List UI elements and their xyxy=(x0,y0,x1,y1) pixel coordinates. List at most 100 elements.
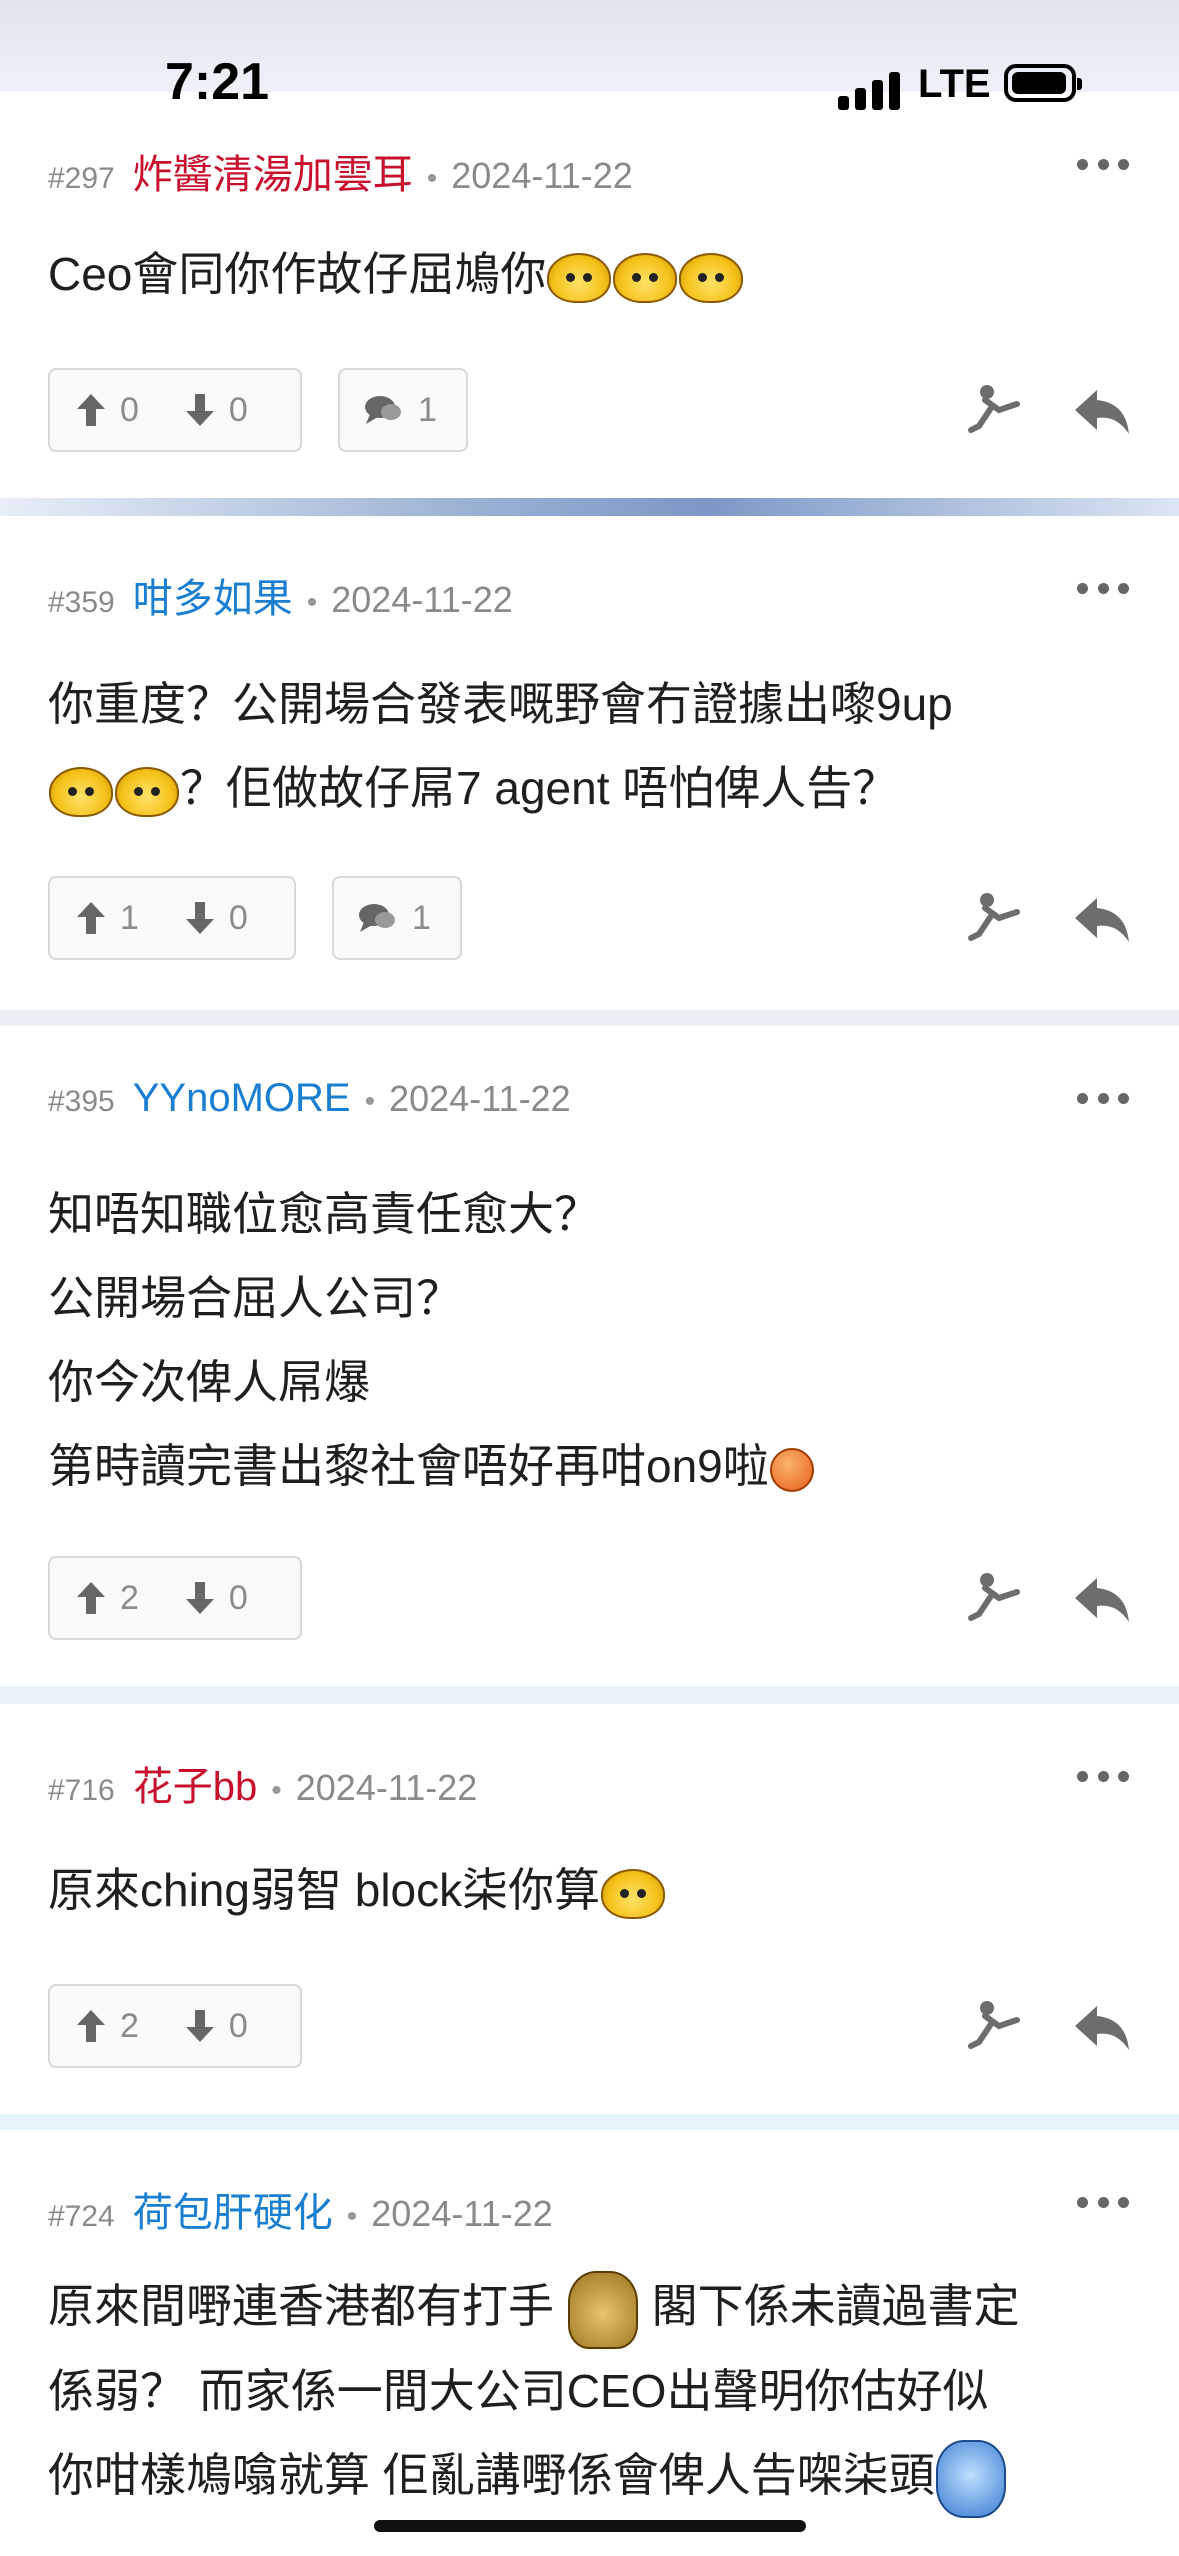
meta-separator: • xyxy=(271,1774,282,1807)
post-date: 2024-11-22 xyxy=(451,155,633,196)
section-divider xyxy=(0,1686,1179,1704)
downvote-button[interactable]: 0 xyxy=(185,899,248,938)
comment-card: #359 咁多如果 • 2024-11-22 你重度？公開場合發表嘅野會冇證據出… xyxy=(0,516,1179,1010)
quote-tool-icon[interactable] xyxy=(965,382,1023,440)
upvote-count: 2 xyxy=(120,1578,139,1617)
comment-body: 原來ching弱智 block柒你算 xyxy=(48,1848,1139,1932)
floor-number: #395 xyxy=(48,1085,115,1118)
upvote-arrow-icon xyxy=(77,902,105,934)
comment-line: 你重度？公開場合發表嘅野會冇證據出嚟9up xyxy=(48,678,953,730)
chat-bubble-icon xyxy=(365,396,401,424)
comment-line: 係弱？ 而家係一間大公司CEO出聲明你估好似 xyxy=(48,2364,989,2417)
upvote-count: 2 xyxy=(120,2006,139,2045)
vote-box: 1 0 xyxy=(48,876,296,960)
downvote-count: 0 xyxy=(228,898,248,937)
downvote-count: 0 xyxy=(228,1578,248,1617)
comment-line: 知唔知職位愈高責任愈大？ xyxy=(48,1188,600,1240)
more-options-icon[interactable] xyxy=(1077,158,1129,170)
quote-tool-icon[interactable] xyxy=(965,1570,1023,1628)
reply-arrow-icon[interactable] xyxy=(1073,890,1131,948)
meta-separator: • xyxy=(364,1085,376,1118)
upvote-arrow-icon xyxy=(77,2010,105,2042)
quote-tool-icon[interactable] xyxy=(965,890,1023,948)
upvote-button[interactable]: 2 xyxy=(76,1579,139,1618)
network-type: LTE xyxy=(918,62,991,106)
downvote-button[interactable]: 0 xyxy=(185,391,248,430)
comment-body: 知唔知職位愈高責任愈大？ 公開場合屈人公司？ 你今次俾人屌爆 第時讀完書出黎社會… xyxy=(48,1172,1139,1508)
comment-meta: #359 咁多如果 • 2024-11-22 xyxy=(48,566,513,624)
section-divider xyxy=(0,2114,1179,2130)
replies-button[interactable]: 1 xyxy=(332,876,462,960)
comment-line: 第時讀完書出黎社會唔好再咁on9啦 xyxy=(48,1424,1139,1508)
floor-number: #297 xyxy=(48,162,115,195)
comment-line: 公開場合屈人公司？ xyxy=(48,1272,462,1324)
comment-body: 你重度？公開場合發表嘅野會冇證據出嚟9up ？佢做故仔屌7 agent 唔怕俾人… xyxy=(48,662,1139,830)
downvote-button[interactable]: 0 xyxy=(185,1579,248,1618)
meta-separator: • xyxy=(426,162,438,195)
cellular-signal-icon xyxy=(838,70,900,110)
post-date: 2024-11-22 xyxy=(295,1767,478,1808)
comment-meta: #716 花子bb • 2024-11-22 xyxy=(48,1754,477,1812)
meta-separator: • xyxy=(346,2200,358,2233)
comment-line: ？佢做故仔屌7 agent 唔怕俾人告？ xyxy=(48,746,1139,830)
reply-arrow-icon[interactable] xyxy=(1073,382,1131,440)
more-options-icon[interactable] xyxy=(1077,1092,1129,1104)
battery-icon xyxy=(1004,64,1082,102)
upvote-button[interactable]: 0 xyxy=(76,391,139,430)
upvote-arrow-icon xyxy=(77,1582,105,1614)
comment-card: #724 荷包肝硬化 • 2024-11-22 原來間嘢連香港都有打手 閣下係未… xyxy=(0,2130,1179,2556)
vote-box: 0 0 xyxy=(48,368,302,452)
username[interactable]: 咁多如果 xyxy=(133,566,293,624)
more-options-icon[interactable] xyxy=(1077,582,1129,594)
downvote-count: 0 xyxy=(228,2006,248,2045)
comment-actions: 0 0 1 xyxy=(48,368,1131,452)
home-indicator xyxy=(374,2520,806,2532)
post-date: 2024-11-22 xyxy=(371,2193,553,2234)
more-options-icon[interactable] xyxy=(1077,1770,1129,1782)
comment-card: #297 炸醬清湯加雲耳 • 2024-11-22 Ceo會同你作故仔屈鳩你 0… xyxy=(0,92,1179,498)
upvote-button[interactable]: 1 xyxy=(76,899,139,938)
replies-button[interactable]: 1 xyxy=(338,368,468,452)
username[interactable]: 荷包肝硬化 xyxy=(133,2180,333,2238)
upvote-count: 0 xyxy=(120,390,139,429)
comment-actions: 1 0 1 xyxy=(48,876,1131,960)
laugh-face-icon xyxy=(115,766,179,817)
more-options-icon[interactable] xyxy=(1077,2196,1129,2208)
upvote-button[interactable]: 2 xyxy=(76,2007,139,2046)
laugh-face-icon xyxy=(679,252,744,303)
comment-line: 你咁樣鳩噏就算 佢亂講嘢係會俾人告㗎柒頭 xyxy=(48,2433,1139,2518)
comment-actions: 2 0 xyxy=(48,1984,1131,2068)
comment-card: #716 花子bb • 2024-11-22 原來ching弱智 block柒你… xyxy=(0,1704,1179,2114)
comment-line: 你今次俾人屌爆 xyxy=(48,1356,370,1408)
post-date: 2024-11-22 xyxy=(331,579,513,620)
meta-separator: • xyxy=(306,586,318,619)
smirk-face-icon xyxy=(769,1447,814,1492)
comment-meta: #395 YYnoMORE • 2024-11-22 xyxy=(48,1076,571,1121)
username[interactable]: YYnoMORE xyxy=(133,1076,351,1121)
reply-count: 1 xyxy=(418,390,437,429)
username[interactable]: 花子bb xyxy=(133,1754,258,1812)
laugh-face-icon xyxy=(547,252,612,303)
shocked-face-icon xyxy=(567,2270,638,2349)
downvote-arrow-icon xyxy=(185,1582,214,1614)
reply-arrow-icon[interactable] xyxy=(1073,1570,1131,1628)
reply-arrow-icon[interactable] xyxy=(1073,1998,1131,2056)
post-date: 2024-11-22 xyxy=(389,1078,571,1119)
section-divider xyxy=(0,498,1179,516)
downvote-button[interactable]: 0 xyxy=(185,2007,248,2046)
username[interactable]: 炸醬清湯加雲耳 xyxy=(133,142,413,200)
status-time: 7:21 xyxy=(165,53,270,111)
floor-number: #716 xyxy=(48,1774,115,1807)
upvote-arrow-icon xyxy=(77,394,105,426)
comment-line: 原來ching弱智 block柒你算 xyxy=(48,1848,1139,1932)
quote-tool-icon[interactable] xyxy=(965,1998,1023,2056)
floor-number: #724 xyxy=(48,2200,115,2233)
comment-meta: #297 炸醬清湯加雲耳 • 2024-11-22 xyxy=(48,142,633,200)
vote-box: 2 0 xyxy=(48,1984,302,2068)
comment-line: 原來間嘢連香港都有打手 閣下係未讀過書定 xyxy=(48,2264,1139,2349)
laugh-face-icon xyxy=(613,252,678,303)
comment-card: #395 YYnoMORE • 2024-11-22 知唔知職位愈高責任愈大？ … xyxy=(0,1026,1179,1686)
downvote-arrow-icon xyxy=(185,394,214,426)
downvote-arrow-icon xyxy=(185,902,214,934)
comment-body: Ceo會同你作故仔屈鳩你 xyxy=(48,232,1139,316)
